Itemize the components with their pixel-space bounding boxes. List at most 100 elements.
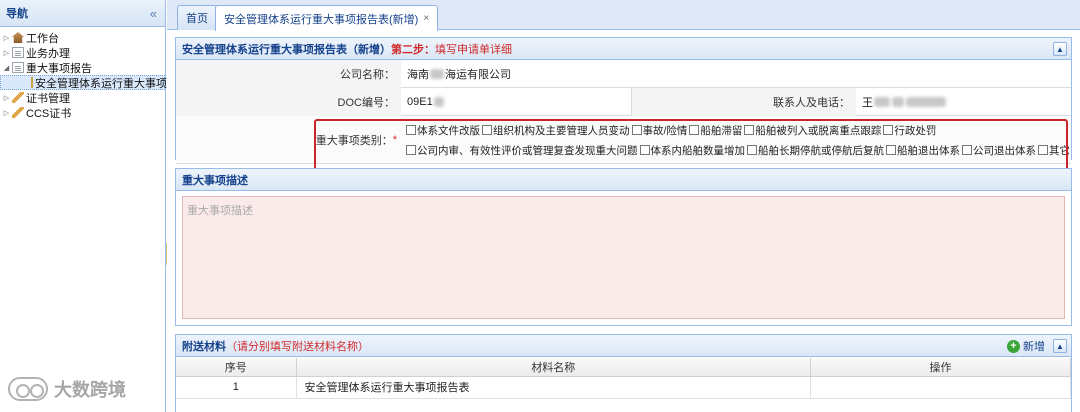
description-title: 重大事项描述 <box>182 174 248 187</box>
category-checkbox[interactable]: 行政处罚 <box>883 123 936 138</box>
attachments-table: 序号 材料名称 操作 1 安全管理体系运行重大事项报告表 <box>176 358 1071 399</box>
tree-item-safety-major-event[interactable]: 安全管理体系运行重大事项 <box>0 75 167 90</box>
close-tab-icon[interactable]: × <box>423 13 429 24</box>
doc-label: DOC编号： <box>176 88 401 116</box>
tree-item-label: 安全管理体系运行重大事项 <box>35 77 167 90</box>
category-checkbox[interactable]: 组织机构及主要管理人员变动 <box>482 123 630 138</box>
contact-value: 王 <box>856 88 1071 116</box>
checkbox-box[interactable] <box>639 145 650 155</box>
checkbox-box[interactable] <box>744 125 755 135</box>
form-step: 第二步： <box>391 43 435 56</box>
category-checkbox[interactable]: 事故/险情 <box>631 123 688 138</box>
cell-index: 1 <box>176 376 297 399</box>
doc-contact-row: DOC编号： 09E1 联系人及电话： 王 <box>176 88 1071 116</box>
form-hint: 填写申请单详细 <box>435 43 512 56</box>
tree-item-label: 业务办理 <box>26 47 70 60</box>
category-checkbox[interactable]: 体系文件改版 <box>406 123 480 138</box>
checkbox-label: 船舶滞留 <box>700 124 743 137</box>
form-panel-header: 安全管理体系运行重大事项报告表（新增） 第二步： 填写申请单详细 ▲ <box>176 38 1071 60</box>
category-checkbox[interactable]: 其它 <box>1038 143 1070 158</box>
required-mark: * <box>392 134 397 146</box>
checkbox-box[interactable] <box>1038 145 1048 155</box>
checkbox-box[interactable] <box>406 125 416 135</box>
collapse-arrow-icon[interactable]: ◢ <box>2 64 11 72</box>
tree-item-major-report[interactable]: ◢ 重大事项报告 <box>0 60 165 75</box>
description-textarea[interactable]: 重大事项描述 <box>182 196 1065 319</box>
add-attachment-button[interactable]: + 新增 <box>1007 338 1045 354</box>
expand-arrow-icon[interactable]: ▷ <box>2 49 11 57</box>
tab-bar: 首页 安全管理体系运行重大事项报告表(新增) × <box>167 0 1080 31</box>
collapse-panel-icon[interactable]: ▲ <box>1053 339 1067 353</box>
checkbox-label: 船舶退出体系 <box>897 144 960 157</box>
form-icon <box>31 77 33 88</box>
tab-home[interactable]: 首页 <box>177 5 217 30</box>
category-row: 重大事项类别： * 体系文件改版 组织机构及主要管理人员变动 事故/险情 船舶滞留… <box>176 116 1071 164</box>
tree-item-business[interactable]: ▷ 业务办理 <box>0 45 165 60</box>
checkbox-label: 事故/险情 <box>642 124 688 137</box>
collapse-panel-icon[interactable]: ▲ <box>1053 42 1067 56</box>
checkbox-label: 组织机构及主要管理人员变动 <box>493 124 630 137</box>
redacted-text <box>433 97 444 107</box>
sidebar-header: 导航 « <box>0 0 165 27</box>
cell-action <box>810 376 1071 399</box>
document-icon <box>12 62 24 73</box>
company-label: 公司名称： <box>176 60 401 88</box>
company-value: 海南 海运有限公司 <box>401 60 1071 88</box>
description-header: 重大事项描述 <box>176 169 1071 191</box>
tab-report-new[interactable]: 安全管理体系运行重大事项报告表(新增) × <box>215 5 439 31</box>
tree-item-ccs[interactable]: ▷ CCS证书 <box>0 105 165 120</box>
expand-arrow-icon[interactable]: ▷ <box>2 94 11 102</box>
tab-label: 首页 <box>186 13 208 25</box>
description-panel: 重大事项描述 重大事项描述 <box>175 168 1072 326</box>
main-content: 首页 安全管理体系运行重大事项报告表(新增) × 安全管理体系运行重大事项报告表… <box>167 0 1080 412</box>
plus-icon: + <box>1007 339 1020 353</box>
expand-arrow-icon[interactable]: ▷ <box>2 109 11 117</box>
watermark-icon <box>8 377 48 401</box>
watermark-text: 大数跨境 <box>54 380 126 400</box>
checkbox-label: 行政处罚 <box>894 124 937 137</box>
report-form-panel: 安全管理体系运行重大事项报告表（新增） 第二步： 填写申请单详细 ▲ 公司名称：… <box>175 37 1072 179</box>
checkbox-box[interactable] <box>962 145 972 155</box>
attachments-panel: 附送材料 （请分别填写附送材料名称） + 新增 ▲ 序号 材料名称 操作 1 安… <box>175 334 1072 412</box>
pen-icon <box>12 107 24 118</box>
table-row[interactable]: 1 安全管理体系运行重大事项报告表 <box>176 376 1071 399</box>
category-checkbox[interactable]: 船舶退出体系 <box>886 143 960 158</box>
category-line-1: 体系文件改版 组织机构及主要管理人员变动 事故/险情 船舶滞留 船舶被列入或脱离… <box>406 120 1046 140</box>
checkbox-label: 体系内船舶数量增加 <box>650 144 746 157</box>
contact-value-text: 王 <box>862 97 873 109</box>
pen-icon <box>12 92 24 103</box>
checkbox-box[interactable] <box>883 125 894 135</box>
category-checkbox[interactable]: 公司退出体系 <box>962 143 1036 158</box>
checkbox-box[interactable] <box>689 125 700 135</box>
category-label-text: 重大事项类别： <box>315 135 393 147</box>
category-options: 体系文件改版 组织机构及主要管理人员变动 事故/险情 船舶滞留 船舶被列入或脱离… <box>406 120 1070 160</box>
form-title: 安全管理体系运行重大事项报告表（新增） <box>182 43 391 56</box>
nav-tree: ▷ 工作台 ▷ 业务办理 ◢ 重大事项报告 安全管理体系运行重大事项 ▷ 证书管… <box>0 27 167 120</box>
checkbox-box[interactable] <box>406 145 416 155</box>
checkbox-label: 公司内审、有效性评价或管理复查发现重大问题 <box>417 144 638 157</box>
tree-item-label: 工作台 <box>26 32 59 45</box>
category-checkbox[interactable]: 船舶长期停航或停航后复航 <box>747 143 884 158</box>
checkbox-label: 船舶被列入或脱离重点跟踪 <box>755 124 882 137</box>
collapse-sidebar-icon[interactable]: « <box>150 6 157 21</box>
attachments-title: 附送材料 <box>182 340 226 353</box>
column-header-name: 材料名称 <box>296 358 811 377</box>
category-checkbox[interactable]: 公司内审、有效性评价或管理复查发现重大问题 <box>406 143 638 158</box>
checkbox-box[interactable] <box>631 125 642 135</box>
column-header-action: 操作 <box>810 358 1071 377</box>
doc-value-text: 09E1 <box>407 96 433 108</box>
checkbox-box[interactable] <box>886 145 896 155</box>
checkbox-label: 船舶长期停航或停航后复航 <box>758 144 884 157</box>
category-checkbox[interactable]: 船舶滞留 <box>689 123 742 138</box>
tree-item-workbench[interactable]: ▷ 工作台 <box>0 30 165 45</box>
checkbox-box[interactable] <box>747 145 757 155</box>
checkbox-box[interactable] <box>482 125 492 135</box>
checkbox-label: 体系文件改版 <box>417 124 480 137</box>
category-checkbox[interactable]: 船舶被列入或脱离重点跟踪 <box>744 123 881 138</box>
company-row: 公司名称： 海南 海运有限公司 <box>176 60 1071 88</box>
redacted-text <box>430 69 444 79</box>
category-checkbox[interactable]: 体系内船舶数量增加 <box>639 143 746 158</box>
expand-arrow-icon[interactable]: ▷ <box>2 34 11 42</box>
doc-value: 09E1 <box>401 88 631 116</box>
tree-item-certificate[interactable]: ▷ 证书管理 <box>0 90 165 105</box>
